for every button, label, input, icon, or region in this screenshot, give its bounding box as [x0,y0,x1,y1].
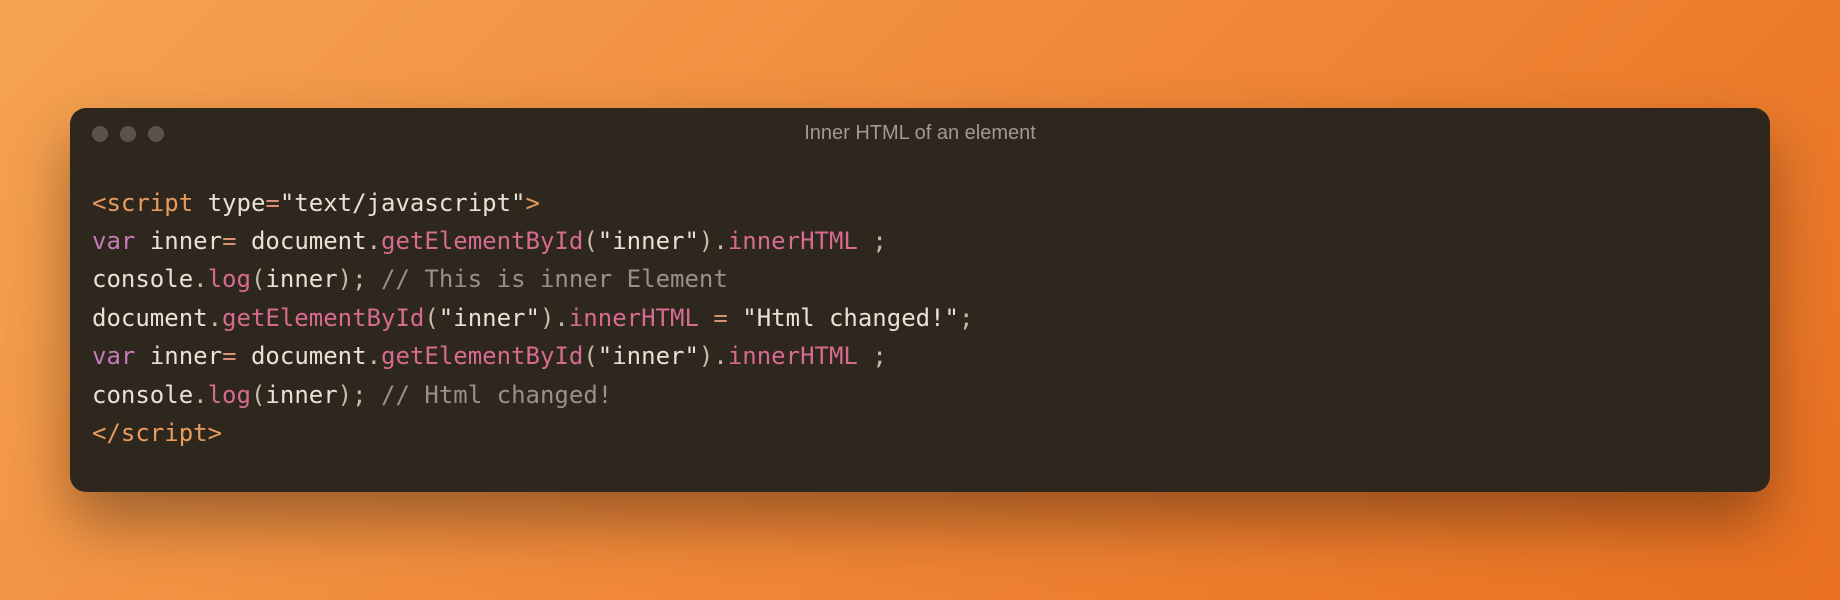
property: innerHTML [728,227,858,255]
titlebar: Inner HTML of an element [70,108,1770,154]
var-keyword: var [92,227,135,255]
comment: // This is inner Element [381,265,728,293]
attr-name: type [208,189,266,217]
traffic-lights [92,126,164,142]
close-dot-icon[interactable] [92,126,108,142]
minimize-dot-icon[interactable] [120,126,136,142]
method: getElementById [381,227,583,255]
maximize-dot-icon[interactable] [148,126,164,142]
string-literal: "Html changed!" [742,304,959,332]
code-block: <script type="text/javascript"> var inne… [70,154,1770,493]
attr-value: "text/javascript" [280,189,526,217]
tag-open: <script [92,189,193,217]
window-title: Inner HTML of an element [804,122,1036,145]
code-window: Inner HTML of an element <script type="t… [70,108,1770,493]
comment: // Html changed! [381,381,612,409]
tag-close: </script> [92,419,222,447]
